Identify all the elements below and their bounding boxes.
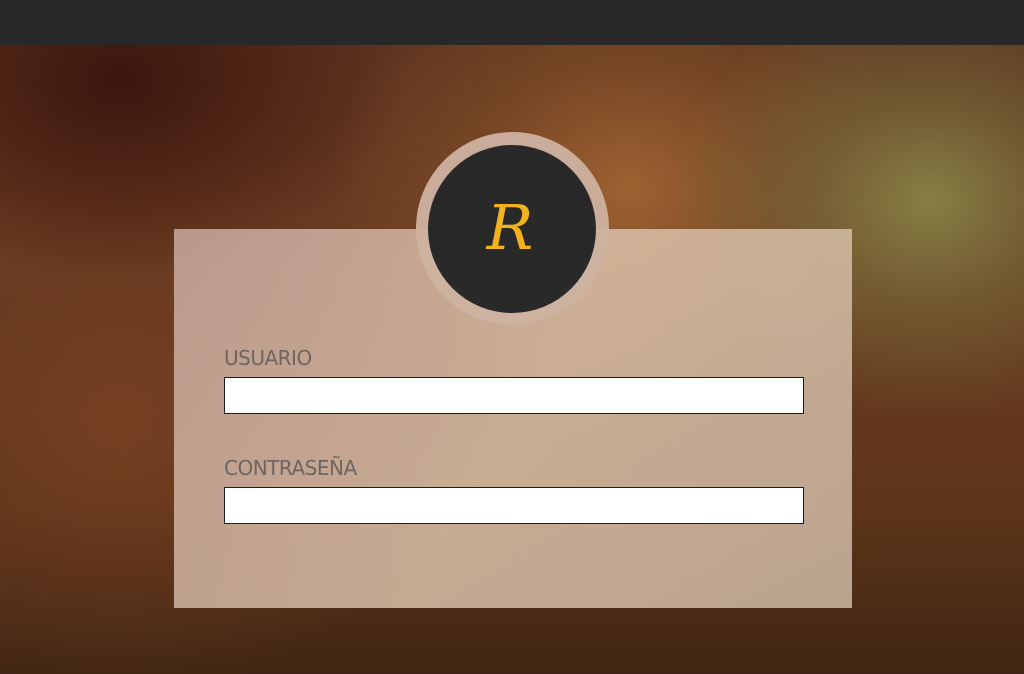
password-label: CONTRASEÑA	[224, 456, 357, 480]
top-bar	[0, 0, 1024, 45]
username-input[interactable]	[224, 377, 804, 414]
password-input[interactable]	[224, 487, 804, 524]
username-label: USUARIO	[224, 346, 312, 370]
login-page: R USUARIO CONTRASEÑA	[0, 0, 1024, 674]
avatar-logo: R	[428, 145, 596, 313]
avatar-letter: R	[486, 191, 534, 264]
